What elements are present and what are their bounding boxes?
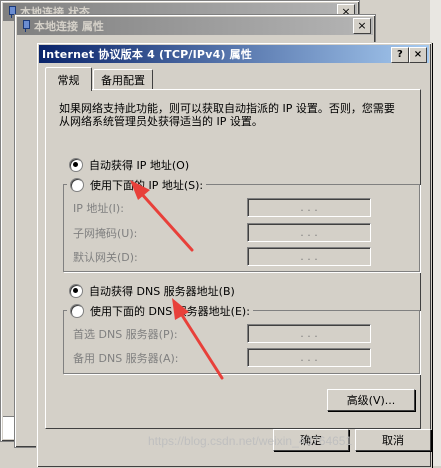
default-gateway-field[interactable]: . . . (247, 247, 371, 266)
preferred-dns-row: 首选 DNS 服务器(P): (73, 326, 178, 342)
properties-window-title: 本地连接 属性 (34, 20, 104, 33)
manual-dns-option[interactable]: 使用下面的 DNS 服务器地址(E): (67, 303, 253, 319)
manual-ip-option[interactable]: 使用下面的 IP 地址(S): (67, 177, 207, 193)
alternate-dns-field[interactable]: . . . (247, 348, 371, 367)
auto-dns-option[interactable]: 自动获得 DNS 服务器地址(B) (69, 283, 235, 299)
manual-dns-label: 使用下面的 DNS 服务器地址(E): (90, 305, 250, 318)
ip-address-row: IP 地址(I): (73, 200, 124, 216)
tab-alternate-configuration[interactable]: 备用配置 (93, 69, 153, 90)
watermark-text: https://blog.csdn.net/weixin_43764651 (148, 434, 353, 448)
preferred-dns-label: 首选 DNS 服务器(P): (73, 328, 178, 341)
properties-window-titlebar: 本地连接 属性 (17, 17, 373, 35)
network-icon (21, 20, 30, 32)
alternate-dns-row: 备用 DNS 服务器(A): (73, 350, 179, 366)
close-button[interactable]: × (409, 47, 427, 63)
preferred-dns-field[interactable]: . . . (247, 324, 371, 343)
auto-dns-radio[interactable] (69, 284, 83, 298)
ipv4-properties-dialog: Internet 协议版本 4 (TCP/IPv4) 属性 ? × 常规 备用配… (36, 42, 432, 468)
auto-ip-label: 自动获得 IP 地址(O) (89, 159, 190, 172)
default-gateway-row: 默认网关(D): (73, 249, 138, 265)
auto-ip-option[interactable]: 自动获得 IP 地址(O) (69, 157, 189, 173)
manual-dns-radio[interactable] (70, 304, 84, 318)
dialog-title: Internet 协议版本 4 (TCP/IPv4) 属性 (42, 48, 253, 61)
subnet-mask-field[interactable]: . . . (247, 223, 371, 242)
cancel-button[interactable]: 取消 (355, 429, 431, 451)
manual-ip-radio[interactable] (70, 178, 84, 192)
manual-ip-label: 使用下面的 IP 地址(S): (90, 179, 204, 192)
tab-general[interactable]: 常规 (45, 67, 92, 91)
dialog-titlebar: Internet 协议版本 4 (TCP/IPv4) 属性 ? × (39, 45, 429, 63)
ip-address-label: IP 地址(I): (73, 202, 124, 215)
alternate-dns-label: 备用 DNS 服务器(A): (73, 352, 179, 365)
subnet-mask-row: 子网掩码(U): (73, 225, 137, 241)
help-button[interactable]: ? (391, 47, 409, 63)
ip-address-field[interactable]: . . . (247, 198, 371, 217)
properties-window-close-button[interactable]: × (353, 18, 371, 34)
default-gateway-label: 默认网关(D): (73, 251, 138, 264)
description-text: 如果网络支持此功能，则可以获取自动指派的 IP 设置。否则，您需要从网络系统管理… (59, 102, 395, 128)
auto-ip-radio[interactable] (69, 158, 83, 172)
advanced-button[interactable]: 高级(V)... (327, 389, 415, 411)
auto-dns-label: 自动获得 DNS 服务器地址(B) (89, 285, 235, 298)
subnet-mask-label: 子网掩码(U): (73, 227, 138, 240)
